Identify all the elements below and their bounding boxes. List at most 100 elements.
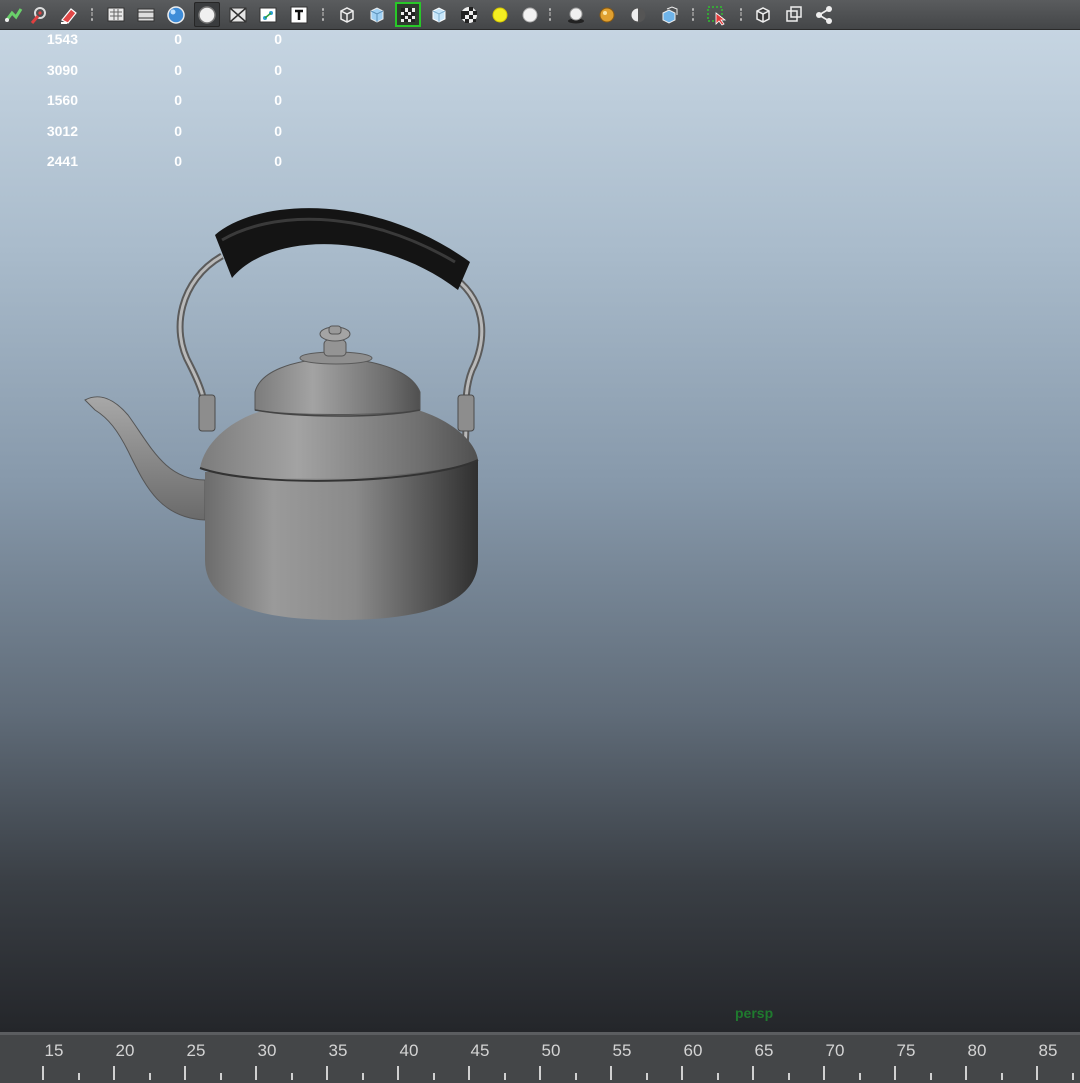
time-slider[interactable]: 15 20 25 30 35 40 45 50 55 60 65 70 75 80 85: [0, 1032, 1080, 1083]
timeline-frame-label: 70: [825, 1041, 845, 1060]
resolution-gate-button[interactable]: [225, 2, 251, 27]
half-sphere-icon: [630, 7, 646, 22]
eraser-icon: [61, 7, 77, 24]
perspective-viewport[interactable]: 1543 0 0 3090 0 0 1560 0 0 3012 0 0 2441 0 0: [0, 30, 1080, 1032]
timeline-tick: [397, 1066, 399, 1080]
timeline-frame-label: 15: [44, 1041, 64, 1060]
snap-curve-icon: [4, 7, 23, 22]
timeline-tick: [965, 1066, 967, 1080]
timeline-minor-tick: [432, 1073, 435, 1080]
white-sphere-icon: [522, 7, 538, 22]
timeline-tick: [184, 1066, 186, 1080]
toolbar-separator: [90, 6, 93, 24]
timeline-minor-tick: [858, 1073, 861, 1080]
timeline-minor-tick: [929, 1073, 932, 1080]
timeline-minor-tick: [148, 1073, 151, 1080]
xray-cube-button[interactable]: [750, 2, 776, 27]
toolbar-separator: [739, 6, 742, 24]
timeline-frame-label: 75: [896, 1041, 916, 1060]
shadow-sphere-icon: [568, 7, 584, 23]
wireframe-button[interactable]: [103, 2, 129, 27]
timeline-minor-tick: [1000, 1073, 1003, 1080]
timeline-frame-label: 20: [115, 1041, 135, 1060]
timeline-minor-tick: [290, 1073, 293, 1080]
resolution-gate-icon: [229, 6, 247, 23]
timeline-tick: [752, 1066, 754, 1080]
xray-cube-icon: [756, 6, 770, 23]
timeline-frame-label: 35: [328, 1041, 348, 1060]
checker-selected-button[interactable]: [395, 2, 421, 27]
timeline-frame-label: 85: [1038, 1041, 1058, 1060]
textured-cube-button[interactable]: [426, 2, 452, 27]
timeline-tick: [823, 1066, 825, 1080]
toolbar-separator: [691, 6, 694, 24]
timeline-minor-tick: [77, 1073, 80, 1080]
film-gate-icon: [137, 8, 155, 21]
light-bulb-button[interactable]: [487, 2, 513, 27]
timeline-frame-label: 45: [470, 1041, 490, 1060]
toolbar-separator: [321, 6, 324, 24]
timeline-tick: [610, 1066, 612, 1080]
wireframe-cube-button[interactable]: [334, 2, 360, 27]
light-bulb-icon: [492, 7, 508, 22]
timeline-frame-label: 30: [257, 1041, 277, 1060]
kettle-body: [205, 460, 478, 620]
gold-sphere-button[interactable]: [594, 2, 620, 27]
teapot-model[interactable]: [0, 30, 1080, 1032]
timeline-tick: [113, 1066, 115, 1080]
timeline-minor-tick: [503, 1073, 506, 1080]
timeline-frame-label: 25: [186, 1041, 206, 1060]
spout: [84, 396, 206, 521]
snap-curve-button[interactable]: [0, 2, 26, 27]
gold-sphere-icon: [599, 7, 615, 22]
text-button[interactable]: [286, 2, 312, 27]
timeline-frame-label: 50: [541, 1041, 561, 1060]
half-sphere-button[interactable]: [625, 2, 651, 27]
timeline-minor-tick: [361, 1073, 364, 1080]
textured-cube-icon: [432, 6, 446, 23]
eraser-button[interactable]: [55, 2, 81, 27]
blue-cube-button[interactable]: [656, 2, 682, 27]
uv-grid-icon: [259, 7, 277, 22]
checker-selected-icon: [401, 7, 415, 22]
timeline-frame-label: 65: [754, 1041, 774, 1060]
timeline-tick: [326, 1066, 328, 1080]
film-gate-button[interactable]: [133, 2, 159, 27]
timeline-frame-label: 40: [399, 1041, 419, 1060]
share-node-button[interactable]: [811, 2, 837, 27]
isolate-select-button[interactable]: [703, 2, 729, 27]
white-sphere-button[interactable]: [517, 2, 543, 27]
shaded-cube-icon: [370, 6, 384, 23]
snap-point-icon: [30, 6, 46, 24]
checker-button[interactable]: [456, 2, 482, 27]
shadow-sphere-button[interactable]: [563, 2, 589, 27]
wireframe-icon: [107, 7, 125, 21]
viewport-toolbar: [0, 0, 1080, 30]
wireframe-cube-icon: [340, 6, 354, 23]
timeline-frame-label: 80: [967, 1041, 987, 1060]
timeline-tick: [42, 1066, 44, 1080]
shaded-cube-button[interactable]: [364, 2, 390, 27]
shaded-sphere-button[interactable]: [163, 2, 189, 27]
timeline-tick: [1036, 1066, 1038, 1080]
timeline-minor-tick: [787, 1073, 790, 1080]
timeline-tick: [255, 1066, 257, 1080]
timeline-tick: [681, 1066, 683, 1080]
camera-name-label: persp: [735, 1005, 774, 1021]
timeline-minor-tick: [574, 1073, 577, 1080]
toolbar-separator: [548, 6, 551, 24]
timeline-tick: [894, 1066, 896, 1080]
smooth-sphere-button[interactable]: [194, 2, 220, 27]
snap-point-button[interactable]: [26, 2, 52, 27]
timeline-frame-label: 55: [612, 1041, 632, 1060]
text-icon: [290, 6, 308, 23]
smooth-sphere-icon: [198, 5, 216, 24]
xray-joints-button[interactable]: [781, 2, 807, 27]
xray-joints-icon: [786, 5, 802, 22]
timeline-minor-tick: [645, 1073, 648, 1080]
uv-grid-button[interactable]: [255, 2, 281, 27]
kettle-lid: [254, 357, 421, 415]
isolate-select-icon: [707, 5, 727, 26]
checker-icon: [461, 6, 477, 23]
blue-cube-icon: [662, 5, 678, 24]
